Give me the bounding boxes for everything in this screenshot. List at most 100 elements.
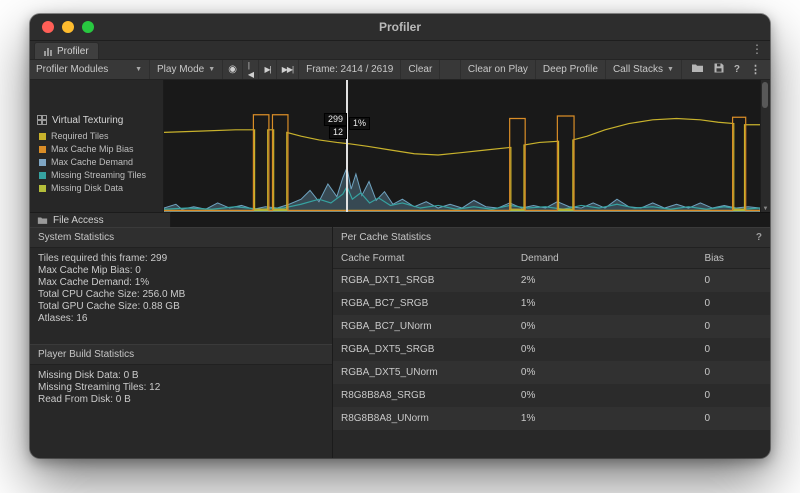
folder-icon <box>37 216 48 225</box>
save-profile-button[interactable] <box>714 63 724 76</box>
stat-line: Missing Streaming Tiles: 12 <box>38 382 324 394</box>
cell-bias: 0 <box>704 321 770 332</box>
legend-swatch <box>39 146 46 153</box>
toolbar: Profiler Modules ▼ Play Mode ▼ ◉ |◀ ▶| ▶… <box>30 60 770 80</box>
minimize-button[interactable] <box>62 21 74 33</box>
module-header-file-access[interactable]: File Access <box>30 212 171 227</box>
table-row: RGBA_DXT5_SRGB0%0 <box>333 338 770 361</box>
clear-on-play-toggle[interactable]: Clear on Play <box>460 60 536 79</box>
vt-chart[interactable]: 299 12 1% <box>164 80 760 212</box>
table-row: RGBA_BC7_UNorm0%0 <box>333 315 770 338</box>
deep-profile-toggle[interactable]: Deep Profile <box>536 60 606 79</box>
cell-demand: 0% <box>521 390 705 401</box>
next-frame-button[interactable]: ▶| <box>259 60 276 79</box>
legend-label: Max Cache Demand <box>51 157 133 167</box>
chart-region: Virtual Texturing Required Tiles Max Cach… <box>30 80 770 212</box>
cell-cache-format: RGBA_DXT1_SRGB <box>333 275 521 286</box>
system-statistics-lines: Tiles required this frame: 299 Max Cache … <box>30 248 332 330</box>
stat-line: Tiles required this frame: 299 <box>38 253 324 265</box>
cell-demand: 0% <box>521 321 705 332</box>
stat-line: Total CPU Cache Size: 256.0 MB <box>38 289 324 301</box>
profiler-window: Profiler Profiler ⋮ Profiler Modules ▼ P… <box>30 14 770 458</box>
module-label: Virtual Texturing <box>52 115 123 126</box>
cache-table-column-header: Cache Format Demand Bias <box>333 248 770 269</box>
details-pane: System Statistics Tiles required this fr… <box>30 227 770 458</box>
column-demand: Demand <box>521 253 705 264</box>
texture-grid-icon <box>37 115 47 125</box>
cell-demand: 2% <box>521 275 705 286</box>
legend-swatch <box>39 133 46 140</box>
cell-cache-format: RGBA_BC7_SRGB <box>333 298 521 309</box>
zoom-button[interactable] <box>82 21 94 33</box>
cell-cache-format: R8G8B8A8_UNorm <box>333 413 521 424</box>
cell-demand: 0% <box>521 367 705 378</box>
scroll-down-arrow-icon[interactable]: ▼ <box>761 206 770 212</box>
folder-open-icon <box>691 63 704 73</box>
cell-cache-format: RGBA_DXT5_UNorm <box>333 367 521 378</box>
frame-counter: Frame: 2414 / 2619 <box>299 60 401 79</box>
player-build-statistics-lines: Missing Disk Data: 0 BMissing Streaming … <box>30 365 332 411</box>
help-button[interactable]: ? <box>734 64 740 75</box>
titlebar[interactable]: Profiler <box>30 14 770 41</box>
playhead[interactable] <box>346 80 348 212</box>
vt-legend: Required Tiles Max Cache Mip Bias Max Cach… <box>30 131 163 193</box>
toolbar-gap <box>440 60 460 79</box>
cell-bias: 0 <box>704 390 770 401</box>
tab-menu-kebab-icon[interactable]: ⋮ <box>751 42 763 56</box>
legend-item[interactable]: Max Cache Mip Bias <box>39 144 163 154</box>
previous-frame-button[interactable]: |◀ <box>243 60 260 79</box>
legend-item[interactable]: Missing Streaming Tiles <box>39 170 163 180</box>
scrollbar-thumb[interactable] <box>762 82 768 108</box>
table-row: RGBA_DXT5_UNorm0%0 <box>333 361 770 384</box>
modules-scrollbar[interactable]: ▼ <box>760 80 770 212</box>
next-frame-icon: ▶| <box>264 65 270 74</box>
module-header-virtual-texturing[interactable]: Virtual Texturing <box>30 112 163 128</box>
vt-chart-svg <box>164 80 760 212</box>
window-title: Profiler <box>30 20 770 34</box>
load-profile-button[interactable] <box>691 63 704 76</box>
profiler-modules-dropdown[interactable]: Profiler Modules ▼ <box>30 60 150 79</box>
close-button[interactable] <box>42 21 54 33</box>
legend-item[interactable]: Max Cache Demand <box>39 157 163 167</box>
system-statistics-header: System Statistics <box>30 227 332 248</box>
column-cache-format: Cache Format <box>333 253 521 264</box>
help-icon[interactable]: ? <box>756 232 762 243</box>
call-stacks-dropdown[interactable]: Call Stacks ▼ <box>606 60 682 79</box>
record-icon: ◉ <box>228 64 237 75</box>
sidebar-spacer <box>30 80 163 112</box>
chevron-down-icon: ▼ <box>208 66 215 73</box>
cell-demand: 0% <box>521 344 705 355</box>
stat-line: Total GPU Cache Size: 0.88 GB <box>38 301 324 313</box>
toolbar-right-icons: ? ⋮ <box>682 60 770 79</box>
toolbar-kebab-icon[interactable]: ⋮ <box>750 63 761 76</box>
legend-label: Required Tiles <box>51 131 109 141</box>
pane-gap <box>30 330 332 344</box>
current-frame-button[interactable]: ▶▶| <box>277 60 299 79</box>
player-build-statistics-header: Player Build Statistics <box>30 344 332 365</box>
per-cache-statistics-header: Per Cache Statistics ? <box>333 227 770 248</box>
clear-button[interactable]: Clear <box>401 60 440 79</box>
previous-frame-icon: |◀ <box>248 61 254 79</box>
cell-bias: 0 <box>704 367 770 378</box>
legend-label: Max Cache Mip Bias <box>51 144 134 154</box>
tab-profiler[interactable]: Profiler <box>34 42 99 59</box>
legend-item[interactable]: Required Tiles <box>39 131 163 141</box>
play-mode-dropdown[interactable]: Play Mode ▼ <box>150 60 223 79</box>
cell-bias: 0 <box>704 275 770 286</box>
record-button[interactable]: ◉ <box>223 60 243 79</box>
legend-swatch <box>39 185 46 192</box>
table-row: RGBA_BC7_SRGB1%0 <box>333 292 770 315</box>
tooltip-missing-tiles: 12 <box>329 126 347 139</box>
module-label: File Access <box>53 215 104 226</box>
legend-label: Missing Disk Data <box>51 183 123 193</box>
module-sidebar: Virtual Texturing Required Tiles Max Cach… <box>30 80 164 212</box>
stat-line: Atlases: 16 <box>38 313 324 325</box>
stat-line: Missing Disk Data: 0 B <box>38 370 324 382</box>
cell-cache-format: R8G8B8A8_SRGB <box>333 390 521 401</box>
legend-item[interactable]: Missing Disk Data <box>39 183 163 193</box>
stat-line: Max Cache Demand: 1% <box>38 277 324 289</box>
file-access-chart-strip <box>171 212 770 227</box>
cell-bias: 0 <box>704 344 770 355</box>
table-row: R8G8B8A8_SRGB0%0 <box>333 384 770 407</box>
tab-strip: Profiler ⋮ <box>30 41 770 60</box>
